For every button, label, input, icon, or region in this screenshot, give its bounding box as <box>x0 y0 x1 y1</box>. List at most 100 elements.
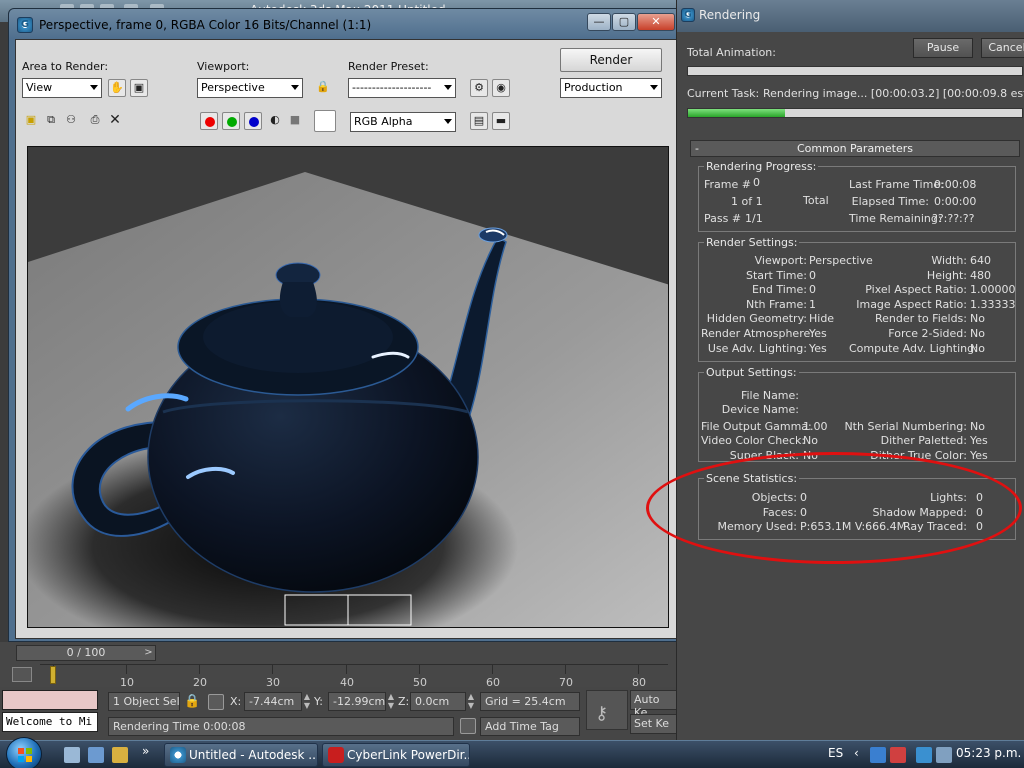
print-image-icon[interactable]: ⎙ <box>86 112 104 130</box>
alpha-channel-icon[interactable]: ◐ <box>266 112 284 130</box>
area-to-render-dropdown[interactable]: View <box>22 78 102 98</box>
maximize-button[interactable]: ▢ <box>612 13 636 31</box>
color-swatch[interactable] <box>314 110 336 132</box>
close-button[interactable]: ✕ <box>637 13 675 31</box>
task-3dsmax[interactable]: Untitled - Autodesk ... <box>164 743 318 767</box>
y-coordinate-field[interactable]: -12.99cm <box>328 692 386 711</box>
pause-button[interactable]: Pause <box>913 38 973 58</box>
production-dropdown[interactable]: Production <box>560 78 662 98</box>
area-to-render-label: Area to Render: <box>22 60 109 73</box>
x-spinner[interactable]: ▲ ▼ <box>303 692 311 711</box>
cancel-button[interactable]: Cancel <box>981 38 1024 58</box>
chevron-down-icon <box>444 85 452 90</box>
frame-window-title: Perspective, frame 0, RGBA Color 16 Bits… <box>39 18 372 32</box>
next-frame-arrow[interactable]: > <box>141 645 156 661</box>
absolute-mode-icon[interactable] <box>208 694 224 710</box>
curve-editor-icon[interactable] <box>12 667 32 682</box>
y-spinner[interactable]: ▲ ▼ <box>387 692 395 711</box>
chevron-down-icon <box>650 85 658 90</box>
power-icon[interactable] <box>936 747 952 763</box>
tick <box>272 665 273 674</box>
toggle-ui-icon[interactable]: ▬ <box>492 112 510 130</box>
selection-count: 1 Object Selec <box>108 692 180 711</box>
maxscript-listener-output[interactable]: Welcome to Mi <box>2 712 98 732</box>
start-button[interactable] <box>6 737 42 768</box>
viewport-dropdown[interactable]: Perspective <box>197 78 303 98</box>
region-icon[interactable]: ▣ <box>130 79 148 97</box>
explorer-icon[interactable] <box>88 747 104 763</box>
task-powerdirector[interactable]: CyberLink PowerDir... <box>322 743 470 767</box>
time-tag-icon[interactable] <box>460 718 476 734</box>
y-label: Y: <box>314 695 323 708</box>
setting-label: Compute Adv. Lighting: <box>849 342 978 355</box>
clone-frame-icon[interactable]: ⚇ <box>62 112 80 130</box>
network-icon[interactable] <box>870 747 886 763</box>
dither-paletted-value: Yes <box>970 434 988 447</box>
x-coordinate-field[interactable]: -7.44cm <box>244 692 302 711</box>
maxscript-listener-input[interactable] <box>2 690 98 710</box>
setting-label: Height: <box>926 269 967 282</box>
channel-display-dropdown[interactable]: RGB Alpha <box>350 112 456 132</box>
monochrome-icon[interactable]: ■ <box>286 112 304 130</box>
z-label: Z: <box>398 695 410 708</box>
tick <box>638 665 639 674</box>
auto-key-button[interactable]: Auto Ke <box>630 690 680 719</box>
production-value: Production <box>564 81 623 94</box>
minimize-button[interactable]: — <box>587 13 611 31</box>
setting-label: Render to Fields: <box>874 312 967 325</box>
add-time-tag[interactable]: Add Time Tag <box>480 717 580 736</box>
show-desktop-icon[interactable] <box>64 747 80 763</box>
setting-value: No <box>970 312 985 325</box>
set-key-button[interactable]: Set Ke <box>630 714 680 734</box>
setting-label: End Time: <box>751 283 807 296</box>
setting-value: 640 <box>970 254 991 267</box>
render-setup-icon[interactable]: ⚙ <box>470 79 488 97</box>
volume-icon[interactable] <box>916 747 932 763</box>
z-spinner[interactable]: ▲ ▼ <box>467 692 475 711</box>
video-check-label: Video Color Check: <box>701 434 806 447</box>
z-coordinate-field[interactable]: 0.0cm <box>410 692 466 711</box>
environment-icon[interactable]: ◉ <box>492 79 510 97</box>
tray-expand-icon[interactable]: ‹ <box>854 746 859 760</box>
save-image-icon[interactable]: ▣ <box>22 112 40 130</box>
green-channel-icon[interactable] <box>222 112 240 130</box>
media-icon[interactable] <box>112 747 128 763</box>
3dsmax-app-icon <box>170 747 186 763</box>
tick <box>492 665 493 674</box>
setting-label: Width: <box>931 254 967 267</box>
task-3dsmax-label: Untitled - Autodesk ... <box>189 748 318 762</box>
security-icon[interactable] <box>890 747 906 763</box>
remaining-label: Time Remaining: <box>849 212 942 225</box>
track-bar[interactable]: 10 20 30 40 50 60 70 80 <box>40 664 668 689</box>
render-preset-dropdown[interactable]: -------------------- <box>348 78 456 98</box>
output-settings-group: Output Settings: File Name: Device Name:… <box>698 366 1016 462</box>
clock[interactable]: 05:23 p.m. <box>956 746 1021 760</box>
frame-window-title-bar[interactable]: G Perspective, frame 0, RGBA Color 16 Bi… <box>9 9 681 39</box>
render-button[interactable]: Render <box>560 48 662 72</box>
common-parameters-rollout[interactable]: - Common Parameters <box>690 140 1020 157</box>
rendering-title-bar[interactable]: G Rendering <box>677 0 1024 32</box>
selection-lock-icon[interactable]: 🔒 <box>184 694 200 710</box>
quicklaunch-more[interactable]: » <box>142 744 149 758</box>
copy-image-icon[interactable]: ⧉ <box>42 112 60 130</box>
area-to-render-value: View <box>26 81 53 94</box>
setting-value: No <box>970 342 985 355</box>
key-icon: ⚷ <box>595 703 609 724</box>
group-title: Output Settings: <box>704 366 799 379</box>
lock-viewport-icon[interactable]: 🔒 <box>314 79 332 97</box>
red-channel-icon[interactable] <box>200 112 218 130</box>
pan-hand-icon[interactable]: ✋ <box>108 79 126 97</box>
time-slider[interactable]: 0 / 100 <box>16 645 156 661</box>
tick <box>565 665 566 674</box>
setting-value: 1.33333 <box>970 298 1016 311</box>
rendered-frame-window: G Perspective, frame 0, RGBA Color 16 Bi… <box>8 8 682 642</box>
set-key-filter[interactable]: ⚷ <box>586 690 628 730</box>
tick <box>126 665 127 674</box>
language-indicator[interactable]: ES <box>828 746 843 760</box>
toggle-ui-overlay-icon[interactable]: ▤ <box>470 112 488 130</box>
blue-channel-icon[interactable] <box>244 112 262 130</box>
clear-icon[interactable]: ✕ <box>106 112 124 130</box>
setting-label: Force 2-Sided: <box>888 327 967 340</box>
video-check-value: No <box>803 434 818 447</box>
current-time-marker[interactable] <box>50 666 56 684</box>
